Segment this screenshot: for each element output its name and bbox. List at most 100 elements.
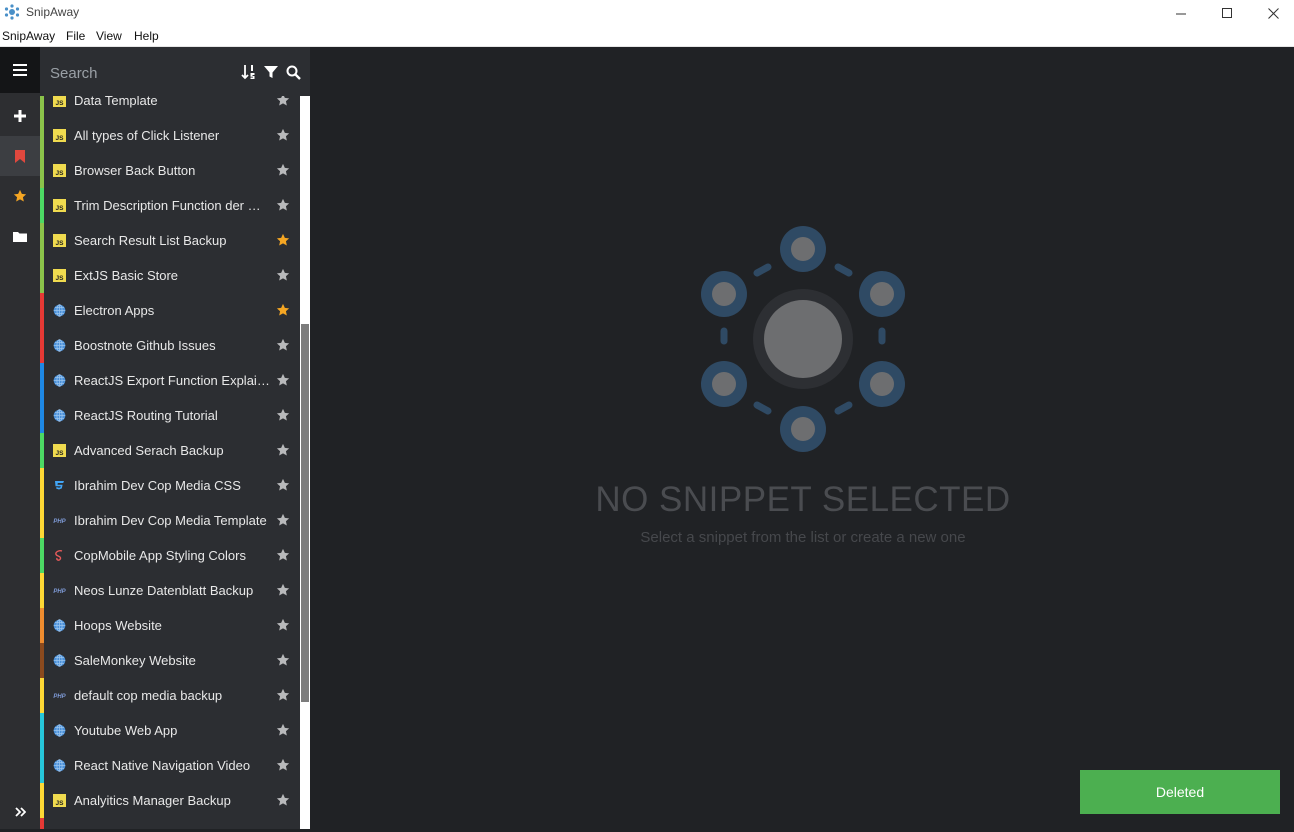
- left-rail: [0, 47, 40, 829]
- snippet-item[interactable]: SaleMonkey Website: [40, 643, 300, 678]
- snippet-item[interactable]: JSSendArticleToAT Backup: [40, 818, 300, 829]
- snippet-item[interactable]: Hoops Website: [40, 608, 300, 643]
- snippet-color-bar: [40, 783, 44, 818]
- snippet-item[interactable]: CopMobile App Styling Colors: [40, 538, 300, 573]
- web-language-icon: [53, 654, 66, 667]
- snippet-item[interactable]: ReactJS Routing Tutorial: [40, 398, 300, 433]
- js-language-icon: JS: [53, 164, 66, 177]
- web-language-icon: [53, 409, 66, 422]
- starred-icon[interactable]: [276, 233, 290, 247]
- snippet-color-bar: [40, 748, 44, 783]
- snippet-color-bar: [40, 153, 44, 188]
- star-icon[interactable]: [276, 548, 290, 562]
- snippet-item[interactable]: PHP Ibrahim Dev Cop Media Template: [40, 503, 300, 538]
- snippet-color-bar: [40, 223, 44, 258]
- menu-toggle-button[interactable]: [0, 47, 40, 93]
- svg-text:PHP: PHP: [53, 589, 66, 595]
- scrollbar-thumb[interactable]: [301, 324, 309, 702]
- folders-button[interactable]: [0, 216, 40, 256]
- snippet-name: Ibrahim Dev Cop Media Template: [74, 513, 267, 528]
- snippet-item[interactable]: JS Advanced Serach Backup: [40, 433, 300, 468]
- star-icon[interactable]: [276, 688, 290, 702]
- star-icon[interactable]: [276, 758, 290, 772]
- close-icon[interactable]: [1250, 0, 1294, 26]
- star-icon[interactable]: [276, 583, 290, 597]
- snippet-color-bar: [40, 538, 44, 573]
- star-icon[interactable]: [276, 268, 290, 282]
- snippet-name: All types of Click Listener: [74, 128, 220, 143]
- snippet-color-bar: [40, 503, 44, 538]
- add-snippet-button[interactable]: [0, 96, 40, 136]
- star-icon[interactable]: [276, 653, 290, 667]
- snippet-color-bar: [40, 188, 44, 223]
- snippet-item[interactable]: JS ExtJS Basic Store: [40, 258, 300, 293]
- web-language-icon: [53, 619, 66, 632]
- snippet-item[interactable]: React Native Navigation Video: [40, 748, 300, 783]
- plus-icon: [14, 110, 26, 122]
- star-icon[interactable]: [276, 793, 290, 807]
- snippet-color-bar: [40, 608, 44, 643]
- menu-snipaway[interactable]: SnipAway: [2, 29, 55, 43]
- all-snippets-button[interactable]: [0, 136, 40, 176]
- menu-view[interactable]: View: [96, 29, 122, 43]
- snippet-item[interactable]: JS Search Result List Backup: [40, 223, 300, 258]
- svg-text:JS: JS: [56, 240, 65, 247]
- svg-text:JS: JS: [56, 450, 65, 457]
- menu-help[interactable]: Help: [134, 29, 159, 43]
- search-icon[interactable]: [284, 63, 302, 81]
- sort-icon[interactable]: [240, 63, 258, 81]
- snippet-item[interactable]: PHP default cop media backup: [40, 678, 300, 713]
- expand-rail-button[interactable]: [0, 792, 40, 832]
- starred-icon[interactable]: [276, 303, 290, 317]
- star-icon[interactable]: [276, 513, 290, 527]
- minimize-icon[interactable]: [1158, 0, 1204, 26]
- empty-state-illustration: [701, 226, 905, 452]
- svg-text:JS: JS: [56, 800, 65, 807]
- web-language-icon: [53, 339, 66, 352]
- star-icon[interactable]: [276, 478, 290, 492]
- favorites-button[interactable]: [0, 176, 40, 216]
- star-icon[interactable]: [276, 128, 290, 142]
- star-icon[interactable]: [276, 163, 290, 177]
- snippet-item[interactable]: JS Trim Description Function der CopMobil…: [40, 188, 300, 223]
- filter-icon[interactable]: [262, 63, 280, 81]
- snippet-name: Trim Description Function der CopMobile …: [74, 198, 270, 213]
- snippet-color-bar: [40, 258, 44, 293]
- snippet-color-bar: [40, 468, 44, 503]
- menu-bar: SnipAway File View Help: [0, 26, 1294, 47]
- svg-text:JS: JS: [56, 100, 65, 107]
- js-language-icon: JS: [53, 129, 66, 142]
- maximize-icon[interactable]: [1204, 0, 1250, 26]
- star-icon[interactable]: [276, 373, 290, 387]
- menu-icon: [13, 64, 27, 76]
- bookmark-icon: [15, 149, 25, 163]
- star-icon[interactable]: [276, 723, 290, 737]
- snippet-item[interactable]: ReactJS Export Function Explained: [40, 363, 300, 398]
- search-input[interactable]: [50, 63, 230, 83]
- snippet-name: Ibrahim Dev Cop Media CSS: [74, 478, 241, 493]
- snippet-item[interactable]: JS All types of Click Listener: [40, 118, 300, 153]
- snippet-color-bar: [40, 573, 44, 608]
- star-icon[interactable]: [276, 338, 290, 352]
- empty-state-title: NO SNIPPET SELECTED: [595, 480, 1011, 519]
- app-logo-icon: [4, 4, 20, 20]
- star-icon[interactable]: [276, 198, 290, 212]
- snippet-item[interactable]: Youtube Web App: [40, 713, 300, 748]
- star-icon[interactable]: [276, 618, 290, 632]
- snippet-item[interactable]: Ibrahim Dev Cop Media CSS: [40, 468, 300, 503]
- snippet-item[interactable]: Boostnote Github Issues: [40, 328, 300, 363]
- star-icon[interactable]: [276, 408, 290, 422]
- search-bar: [40, 47, 310, 96]
- snippet-item[interactable]: PHP Neos Lunze Datenblatt Backup: [40, 573, 300, 608]
- snippet-item[interactable]: Electron Apps: [40, 293, 300, 328]
- snippet-color-bar: [40, 398, 44, 433]
- snippet-item[interactable]: JS Browser Back Button: [40, 153, 300, 188]
- menu-file[interactable]: File: [66, 29, 85, 43]
- snippet-name: Analyitics Manager Backup: [74, 793, 231, 808]
- window-title: SnipAway: [26, 5, 80, 19]
- snippet-list: JS Data Template JS All types of Click List…: [40, 83, 300, 829]
- snippet-item[interactable]: JS Analyitics Manager Backup: [40, 783, 300, 818]
- snippet-name: Advanced Serach Backup: [74, 443, 224, 458]
- star-icon[interactable]: [276, 443, 290, 457]
- snippet-name: SaleMonkey Website: [74, 653, 196, 668]
